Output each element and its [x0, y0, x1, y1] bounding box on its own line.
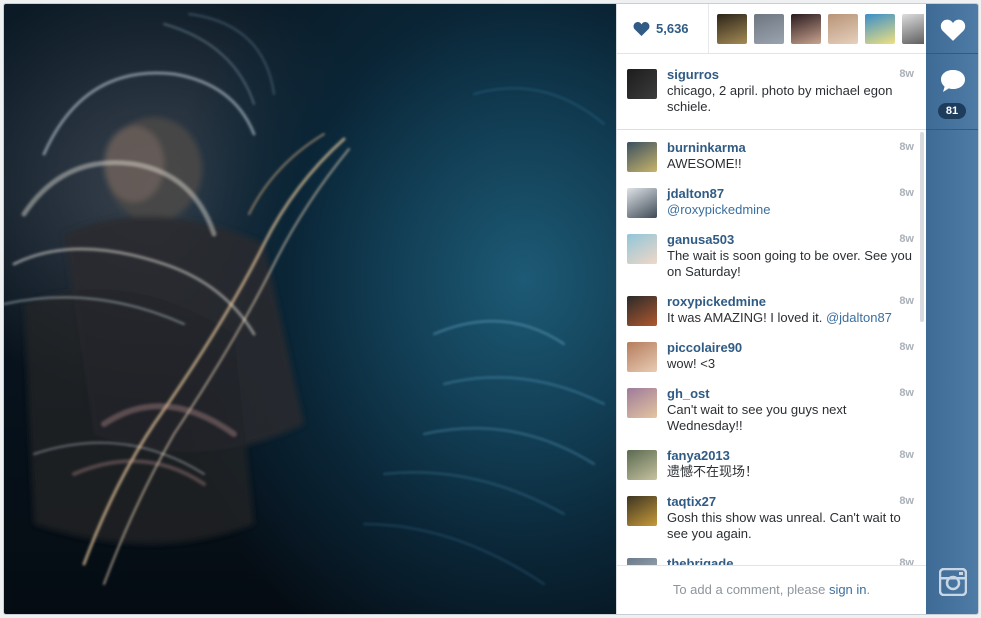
mention-link[interactable]: @jdalton87: [826, 310, 892, 325]
comment-text: Gosh this show was unreal. Can't wait to…: [667, 510, 914, 542]
caption-age: 8w: [899, 68, 914, 80]
comment-row: thebrigade 8w: [617, 556, 926, 565]
comment-text: The wait is soon going to be over. See y…: [667, 248, 914, 280]
comment-text-body: Gosh this show was unreal. Can't wait to…: [667, 510, 901, 541]
caption-text: chicago, 2 april. photo by michael egon …: [667, 83, 893, 114]
heart-icon: [633, 22, 650, 36]
liker-avatar[interactable]: [754, 13, 784, 44]
likes-bar: 5,636: [617, 4, 926, 54]
avatar[interactable]: [627, 69, 657, 99]
comment-text: AWESOME!!: [667, 156, 914, 172]
comment-age: 8w: [899, 233, 914, 245]
comment-age: 8w: [899, 141, 914, 153]
comment-text-body: wow! <3: [667, 356, 716, 371]
comment-username[interactable]: roxypickedmine: [667, 294, 914, 310]
camera-icon: [939, 568, 967, 596]
comment-username[interactable]: ganusa503: [667, 232, 914, 248]
comment-text-body: It was AMAZING! I loved it.: [667, 310, 826, 325]
post-panel: 5,636 sigurros chicago, 2 april. photo b…: [616, 4, 926, 614]
comment-row: gh_ost Can't wait to see you guys next We…: [617, 386, 926, 434]
comment-row: jdalton87 @roxypickedmine 8w: [617, 186, 926, 218]
comment-age: 8w: [899, 341, 914, 353]
sign-in-link[interactable]: sign in: [829, 582, 867, 597]
comment-row: ganusa503 The wait is soon going to be ov…: [617, 232, 926, 280]
comment-text: @roxypickedmine: [667, 202, 914, 218]
liker-avatar[interactable]: [791, 13, 821, 44]
comment-row: burninkarma AWESOME!! 8w: [617, 140, 926, 172]
comment-row: roxypickedmine It was AMAZING! I loved it…: [617, 294, 926, 326]
comment-text-body: 遗憾不在现场！: [667, 464, 759, 479]
comment-username[interactable]: piccolaire90: [667, 340, 914, 356]
comment-button[interactable]: 81: [926, 54, 978, 130]
comment-row: taqtix27 Gosh this show was unreal. Can't…: [617, 494, 926, 542]
comment-row: fanya2013 遗憾不在现场！ 8w: [617, 448, 926, 480]
comment-text: wow! <3: [667, 356, 914, 372]
caption: sigurros chicago, 2 april. photo by mich…: [617, 55, 926, 130]
comment-username[interactable]: burninkarma: [667, 140, 914, 156]
comment-username[interactable]: jdalton87: [667, 186, 914, 202]
like-count-value: 5,636: [656, 21, 689, 36]
photo-artwork: [4, 13, 605, 585]
comment-row: piccolaire90 wow! <3 8w: [617, 340, 926, 372]
like-button[interactable]: [926, 4, 978, 54]
scrollbar[interactable]: [920, 132, 924, 322]
avatar[interactable]: [627, 496, 657, 526]
instagram-logo[interactable]: [926, 556, 978, 614]
liker-avatar[interactable]: [865, 13, 895, 44]
comment-text: Can't wait to see you guys next Wednesda…: [667, 402, 914, 434]
comment-username[interactable]: taqtix27: [667, 494, 914, 510]
add-comment-suffix: .: [866, 582, 871, 597]
liker-avatar[interactable]: [828, 13, 858, 44]
comment-age: 8w: [899, 387, 914, 399]
like-count[interactable]: 5,636: [617, 4, 709, 53]
avatar[interactable]: [627, 234, 657, 264]
avatar[interactable]: [627, 142, 657, 172]
liker-avatar[interactable]: [902, 13, 924, 44]
caption-username[interactable]: sigurros: [667, 67, 914, 83]
comment-username[interactable]: thebrigade: [667, 556, 914, 565]
comment-age: 8w: [899, 449, 914, 461]
comment-text-body: The wait is soon going to be over. See y…: [667, 248, 912, 279]
comment-list[interactable]: burninkarma AWESOME!! 8w jdalton87 @roxypick…: [617, 130, 926, 565]
comment-count-badge: 81: [938, 103, 966, 119]
avatar[interactable]: [627, 342, 657, 372]
mention-link[interactable]: @roxypickedmine: [667, 202, 771, 217]
avatar[interactable]: [627, 388, 657, 418]
comment-text: It was AMAZING! I loved it. @jdalton87: [667, 310, 914, 326]
comment-text-body: Can't wait to see you guys next Wednesda…: [667, 402, 847, 433]
liker-avatar[interactable]: [717, 13, 747, 44]
add-comment-text: To add a comment, please: [672, 582, 829, 597]
heart-icon: [940, 19, 966, 41]
avatar[interactable]: [627, 558, 657, 565]
post-photo[interactable]: [4, 4, 616, 614]
comment-age: 8w: [899, 495, 914, 507]
comment-age: 8w: [899, 187, 914, 199]
comment-username[interactable]: fanya2013: [667, 448, 914, 464]
action-sidebar: 81: [926, 4, 978, 614]
comment-text: 遗憾不在现场！: [667, 464, 914, 480]
photo-viewer: 5,636 sigurros chicago, 2 april. photo b…: [3, 3, 979, 615]
add-comment-prompt: To add a comment, please sign in.: [617, 565, 926, 614]
avatar[interactable]: [627, 188, 657, 218]
avatar[interactable]: [627, 450, 657, 480]
comment-age: 8w: [899, 557, 914, 565]
liker-avatars: [709, 13, 924, 44]
comment-age: 8w: [899, 295, 914, 307]
avatar[interactable]: [627, 296, 657, 326]
comment-text-body: AWESOME!!: [667, 156, 742, 171]
speech-bubble-icon: [941, 70, 965, 92]
comment-username[interactable]: gh_ost: [667, 386, 914, 402]
